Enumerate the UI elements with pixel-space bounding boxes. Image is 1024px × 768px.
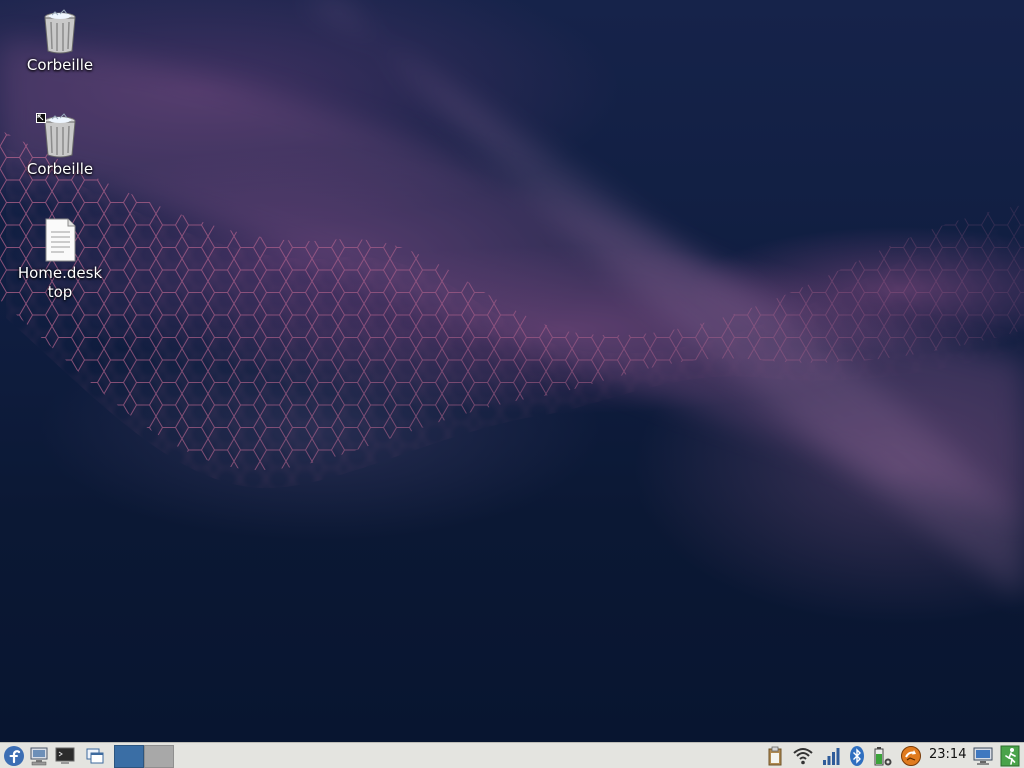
bluetooth-icon[interactable] xyxy=(846,745,868,767)
workspace-1-button[interactable] xyxy=(114,745,144,768)
window-switcher-icon[interactable] xyxy=(84,745,106,767)
desktop-icon-label: Corbeille xyxy=(26,160,94,178)
update-icon[interactable] xyxy=(900,745,922,767)
terminal-icon[interactable] xyxy=(54,745,76,767)
computer-icon[interactable] xyxy=(28,745,50,767)
fedora-menu-icon[interactable] xyxy=(3,745,25,767)
trash-icon xyxy=(44,9,76,54)
desktop[interactable]: Corbeille Corbeille Home.desktop xyxy=(0,0,1024,742)
logout-icon[interactable] xyxy=(999,745,1021,767)
desktop-icon-home-desktop[interactable]: Home.desktop xyxy=(10,216,110,302)
clipboard-icon[interactable] xyxy=(764,745,786,767)
desktop-icon-label: Home.desktop xyxy=(17,264,103,301)
signal-bars-icon[interactable] xyxy=(820,745,842,767)
text-file-icon xyxy=(45,218,76,262)
taskbar: 23:14 xyxy=(0,742,1024,768)
mouse-cursor-icon xyxy=(36,113,46,123)
desktop-icon-label: Corbeille xyxy=(26,56,94,74)
desktop-icon-trash-2[interactable]: Corbeille xyxy=(10,112,110,179)
network-monitor-icon[interactable] xyxy=(972,745,994,767)
wifi-icon[interactable] xyxy=(792,745,814,767)
wallpaper-mesh xyxy=(0,0,1024,600)
battery-icon[interactable] xyxy=(872,745,894,767)
desktop-icon-trash-1[interactable]: Corbeille xyxy=(10,8,110,75)
clock[interactable]: 23:14 xyxy=(929,747,966,762)
workspace-2-button[interactable] xyxy=(144,745,174,768)
